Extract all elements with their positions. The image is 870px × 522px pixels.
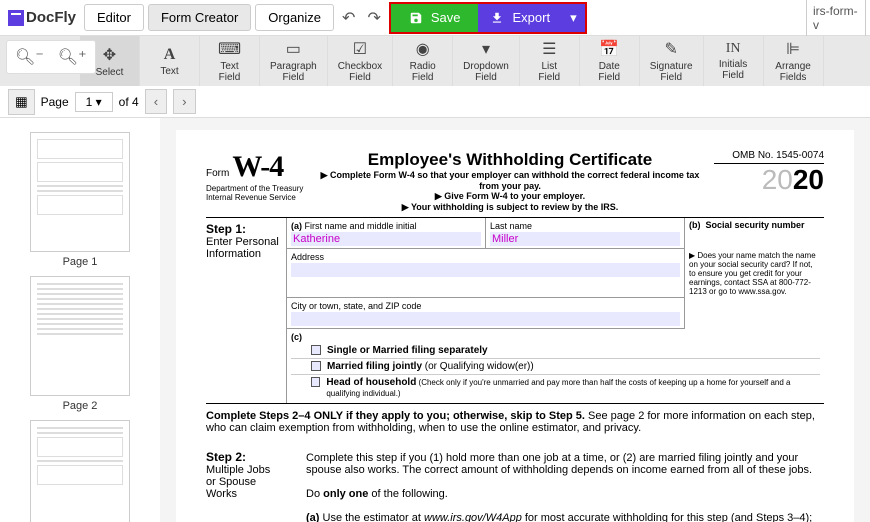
export-button[interactable]: Export bbox=[478, 4, 562, 32]
tool-initials-field[interactable]: INInitials Field bbox=[704, 36, 764, 86]
step2-a: (a) Use the estimator at www.irs.gov/W4A… bbox=[306, 506, 824, 522]
tool-text[interactable]: AText bbox=[140, 36, 200, 86]
arrange-icon: ⊫ bbox=[786, 39, 800, 59]
document-canvas[interactable]: Form W-4 Department of the Treasury Inte… bbox=[160, 118, 870, 522]
toolbar: ✥Select AText ⌨Text Field ▭Paragraph Fie… bbox=[0, 36, 870, 86]
omb-number: OMB No. 1545-0074 bbox=[714, 150, 824, 164]
export-caret[interactable]: ▾ bbox=[562, 4, 585, 32]
page-of: of 4 bbox=[119, 95, 139, 109]
lastname-field[interactable]: Miller bbox=[490, 232, 680, 246]
city-field[interactable] bbox=[291, 312, 680, 326]
zoom-in-button[interactable]: 🔍︎⁺ bbox=[54, 45, 91, 69]
step2-p1: Complete this step if you (1) hold more … bbox=[306, 446, 824, 482]
doc-sub3: ▶ Your withholding is subject to review … bbox=[318, 202, 702, 213]
tool-radio-field[interactable]: ◉Radio Field bbox=[393, 36, 453, 86]
save-button[interactable]: Save bbox=[391, 4, 479, 32]
zoom-controls: 🔍︎⁻ 🔍︎⁺ bbox=[6, 40, 96, 74]
doc-title: Employee's Withholding Certificate bbox=[318, 150, 702, 170]
tool-date-field[interactable]: 📅Date Field bbox=[580, 36, 640, 86]
ssn-label: (b) Social security number bbox=[684, 218, 824, 249]
page-label: Page bbox=[41, 95, 69, 109]
step1-desc: Enter Personal Information bbox=[206, 236, 279, 260]
logo: DocFly bbox=[4, 9, 80, 26]
step2-label: Step 2: bbox=[206, 450, 246, 464]
step2-p2: Do only one of the following. bbox=[306, 482, 824, 506]
move-icon: ✥ bbox=[103, 45, 116, 65]
thumbnail-3[interactable] bbox=[30, 420, 130, 522]
tab-editor[interactable]: Editor bbox=[84, 4, 144, 31]
filename-input[interactable]: irs-form-v bbox=[806, 0, 866, 37]
page-selector[interactable]: 1 ▾ bbox=[75, 92, 113, 112]
redo-button[interactable]: ↷ bbox=[363, 8, 384, 28]
tool-dropdown-field[interactable]: ▾Dropdown Field bbox=[453, 36, 520, 86]
dropdown-icon: ▾ bbox=[482, 39, 490, 59]
list-icon: ☰ bbox=[542, 39, 556, 59]
textfield-icon: ⌨ bbox=[218, 39, 241, 59]
prev-page-button[interactable]: ‹ bbox=[145, 89, 167, 114]
tab-organize[interactable]: Organize bbox=[255, 4, 334, 31]
tool-paragraph-field[interactable]: ▭Paragraph Field bbox=[260, 36, 328, 86]
step2-desc: Multiple Jobs or Spouse Works bbox=[206, 464, 270, 500]
undo-button[interactable]: ↶ bbox=[338, 8, 359, 28]
dept-line2: Internal Revenue Service bbox=[206, 193, 306, 202]
chk-married[interactable] bbox=[311, 361, 321, 371]
thumbnail-1-label: Page 1 bbox=[0, 256, 160, 268]
thumbnail-2[interactable] bbox=[30, 276, 130, 396]
next-page-button[interactable]: › bbox=[173, 89, 195, 114]
tool-signature-field[interactable]: ✎Signature Field bbox=[640, 36, 704, 86]
tab-form-creator[interactable]: Form Creator bbox=[148, 4, 251, 31]
logo-icon bbox=[8, 10, 24, 26]
radio-icon: ◉ bbox=[416, 39, 430, 59]
ssn-help: ▶ Does your name match the name on your … bbox=[684, 249, 824, 298]
form-year: 2020 bbox=[714, 164, 824, 196]
complete-steps-text: Complete Steps 2–4 ONLY if they apply to… bbox=[206, 404, 824, 440]
thumbnail-1[interactable] bbox=[30, 132, 130, 252]
initials-icon: IN bbox=[726, 41, 741, 57]
dept-line1: Department of the Treasury bbox=[206, 184, 306, 193]
thumbnail-panel: Page 1 Page 2 Page 3 bbox=[0, 118, 160, 522]
date-icon: 📅 bbox=[599, 39, 619, 59]
doc-sub1: ▶ Complete Form W-4 so that your employe… bbox=[318, 170, 702, 191]
form-number: W-4 bbox=[232, 150, 283, 183]
step1-label: Step 1: bbox=[206, 222, 246, 236]
action-highlight: Save Export ▾ bbox=[389, 2, 587, 34]
grid-view-button[interactable]: ▦ bbox=[8, 89, 35, 115]
download-icon bbox=[490, 11, 504, 25]
tool-list-field[interactable]: ☰List Field bbox=[520, 36, 580, 86]
signature-icon: ✎ bbox=[664, 39, 677, 59]
zoom-out-button[interactable]: 🔍︎⁻ bbox=[11, 45, 48, 69]
document-page: Form W-4 Department of the Treasury Inte… bbox=[176, 130, 854, 522]
address-field[interactable] bbox=[291, 263, 680, 277]
chk-single[interactable] bbox=[311, 345, 321, 355]
save-icon bbox=[409, 11, 423, 25]
tool-checkbox-field[interactable]: ☑Checkbox Field bbox=[328, 36, 393, 86]
chk-hoh[interactable] bbox=[311, 377, 320, 387]
tool-text-field[interactable]: ⌨Text Field bbox=[200, 36, 260, 86]
firstname-field[interactable]: Katherine bbox=[291, 232, 481, 246]
form-label: Form bbox=[206, 168, 229, 179]
tool-arrange-fields[interactable]: ⊫Arrange Fields bbox=[764, 36, 824, 86]
checkbox-icon: ☑ bbox=[353, 39, 367, 59]
paragraph-icon: ▭ bbox=[286, 39, 301, 59]
text-icon: A bbox=[164, 46, 176, 64]
doc-sub2: ▶ Give Form W-4 to your employer. bbox=[318, 191, 702, 202]
thumbnail-2-label: Page 2 bbox=[0, 400, 160, 412]
